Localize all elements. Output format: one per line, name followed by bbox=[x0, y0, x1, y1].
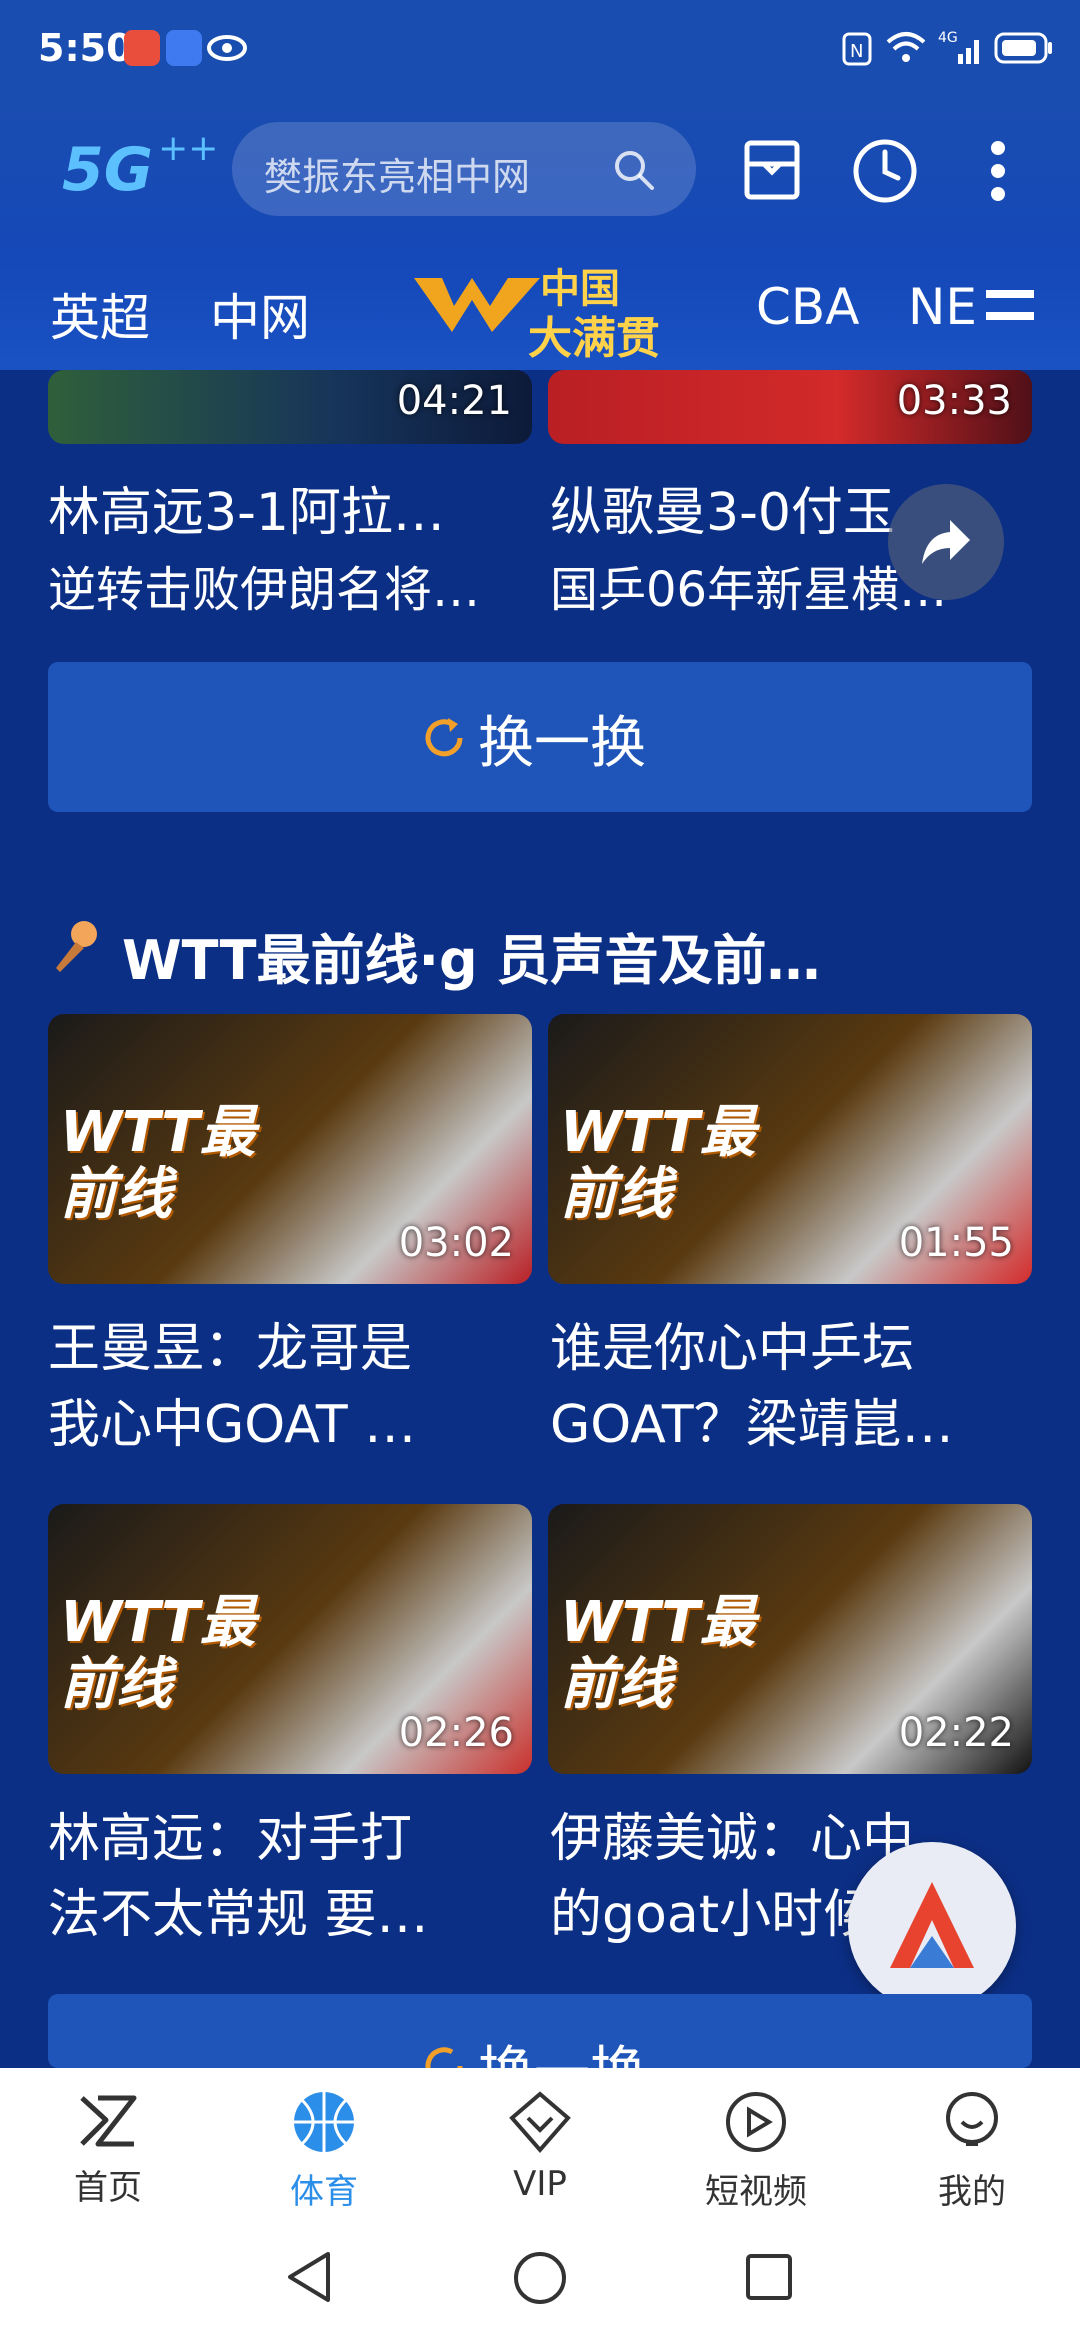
home-circle-icon[interactable] bbox=[512, 2250, 568, 2306]
video-title-line2[interactable]: GOAT？梁靖崑… bbox=[550, 1382, 1034, 1457]
share-button[interactable] bbox=[888, 484, 1004, 600]
nav-sports[interactable]: 体育 bbox=[244, 2090, 404, 2213]
status-time: 5:50 bbox=[38, 26, 133, 70]
signal-4g-icon: 4G bbox=[938, 30, 979, 64]
shield-icon bbox=[166, 30, 202, 66]
thumbnail-logo-text: WTT最前线 bbox=[60, 1590, 256, 1717]
nav-home[interactable]: 首页 bbox=[28, 2090, 188, 2209]
video-duration: 04:21 bbox=[396, 378, 512, 424]
nav-label: 体育 bbox=[290, 2172, 358, 2212]
assistant-logo-icon bbox=[890, 1882, 974, 1968]
search-icon[interactable] bbox=[612, 148, 656, 192]
nav-label: 首页 bbox=[74, 2168, 142, 2208]
more-menu-icon[interactable] bbox=[990, 140, 1006, 202]
grand-smash-logo[interactable]: 中国 大满贯 bbox=[412, 256, 662, 364]
nav-label: 短视频 bbox=[705, 2172, 807, 2212]
video-title-line2[interactable]: 我心中GOAT … bbox=[48, 1382, 532, 1457]
thumbnail-logo-text: WTT最前线 bbox=[560, 1100, 756, 1227]
refresh-button[interactable]: 换一换 bbox=[48, 662, 1032, 812]
recent-apps-icon[interactable] bbox=[744, 2250, 794, 2304]
video-duration: 01:55 bbox=[898, 1220, 1014, 1266]
sports-ball-icon bbox=[294, 2092, 354, 2152]
video-title[interactable]: 王曼昱：龙哥是 bbox=[48, 1306, 532, 1381]
video-duration: 03:33 bbox=[896, 378, 1012, 424]
vip-icon bbox=[509, 2091, 571, 2154]
search-input[interactable]: 樊振东亮相中网 bbox=[264, 146, 530, 201]
video-title-line2[interactable]: 法不太常规 要… bbox=[48, 1872, 532, 1947]
video-title[interactable]: 林高远3-1阿拉… bbox=[48, 470, 532, 545]
nav-profile[interactable]: 我的 bbox=[892, 2090, 1052, 2213]
video-thumbnail[interactable]: WTT最前线 02:22 bbox=[548, 1504, 1032, 1774]
video-duration: 02:22 bbox=[898, 1710, 1014, 1756]
tab-premier-league[interactable]: 英超 bbox=[50, 278, 150, 350]
svg-text:N: N bbox=[850, 41, 863, 62]
video-thumbnail[interactable]: 04:21 bbox=[48, 370, 532, 444]
tab-nba[interactable]: NE bbox=[908, 278, 977, 336]
floating-assistant-button[interactable] bbox=[848, 1842, 1016, 2010]
video-subtitle[interactable]: 逆转击败伊朗名将… bbox=[48, 550, 532, 620]
back-icon[interactable] bbox=[284, 2250, 334, 2304]
video-thumbnail[interactable]: 03:33 bbox=[548, 370, 1032, 444]
history-clock-icon[interactable] bbox=[852, 138, 918, 204]
battery-icon bbox=[994, 32, 1052, 64]
wtt-logo-icon bbox=[414, 278, 540, 332]
video-duration: 02:26 bbox=[398, 1710, 514, 1756]
refresh-label: 换一换 bbox=[478, 2028, 646, 2068]
refresh-label: 换一换 bbox=[478, 711, 646, 776]
refresh-icon bbox=[425, 2047, 463, 2068]
video-duration: 03:02 bbox=[398, 1220, 514, 1266]
refresh-icon bbox=[425, 718, 463, 757]
eye-icon bbox=[207, 35, 247, 61]
wifi-icon bbox=[886, 32, 926, 62]
section-title[interactable]: WTT最前线·g 员声音及前… bbox=[122, 916, 820, 995]
short-video-icon bbox=[726, 2092, 786, 2152]
video-title[interactable]: 林高远：对手打 bbox=[48, 1796, 532, 1871]
tab-china-open[interactable]: 中网 bbox=[210, 278, 310, 350]
video-thumbnail[interactable]: WTT最前线 02:26 bbox=[48, 1504, 532, 1774]
nfc-icon: N bbox=[842, 32, 872, 66]
share-arrow-icon bbox=[922, 520, 970, 564]
profile-icon bbox=[946, 2092, 998, 2146]
refresh-button[interactable]: 换一换 bbox=[48, 1994, 1032, 2068]
weibo-icon bbox=[124, 30, 160, 66]
video-thumbnail[interactable]: WTT最前线 01:55 bbox=[548, 1014, 1032, 1284]
message-icon[interactable] bbox=[744, 140, 800, 200]
microphone-icon bbox=[56, 921, 97, 972]
nav-short-video[interactable]: 短视频 bbox=[676, 2090, 836, 2213]
thumbnail-logo-text: WTT最前线 bbox=[560, 1590, 756, 1717]
nav-label: VIP bbox=[513, 2164, 567, 2204]
nav-vip[interactable]: VIP bbox=[460, 2090, 620, 2204]
5g-logo-text: 5G bbox=[62, 135, 153, 205]
thumbnail-logo-text: WTT最前线 bbox=[60, 1100, 256, 1227]
video-thumbnail[interactable]: WTT最前线 03:02 bbox=[48, 1014, 532, 1284]
tab-cba[interactable]: CBA bbox=[756, 278, 859, 336]
logo-text-bottom: 大满贯 bbox=[528, 313, 660, 364]
tab-menu-icon[interactable] bbox=[986, 288, 1034, 324]
home-icon bbox=[80, 2095, 137, 2147]
nav-label: 我的 bbox=[938, 2172, 1006, 2212]
5g-logo[interactable]: 5G ++ bbox=[62, 128, 218, 205]
video-title[interactable]: 谁是你心中乒坛 bbox=[550, 1306, 1034, 1381]
svg-text:4G: 4G bbox=[938, 30, 958, 46]
status-bar: 5:50 N 4G bbox=[0, 0, 1080, 100]
